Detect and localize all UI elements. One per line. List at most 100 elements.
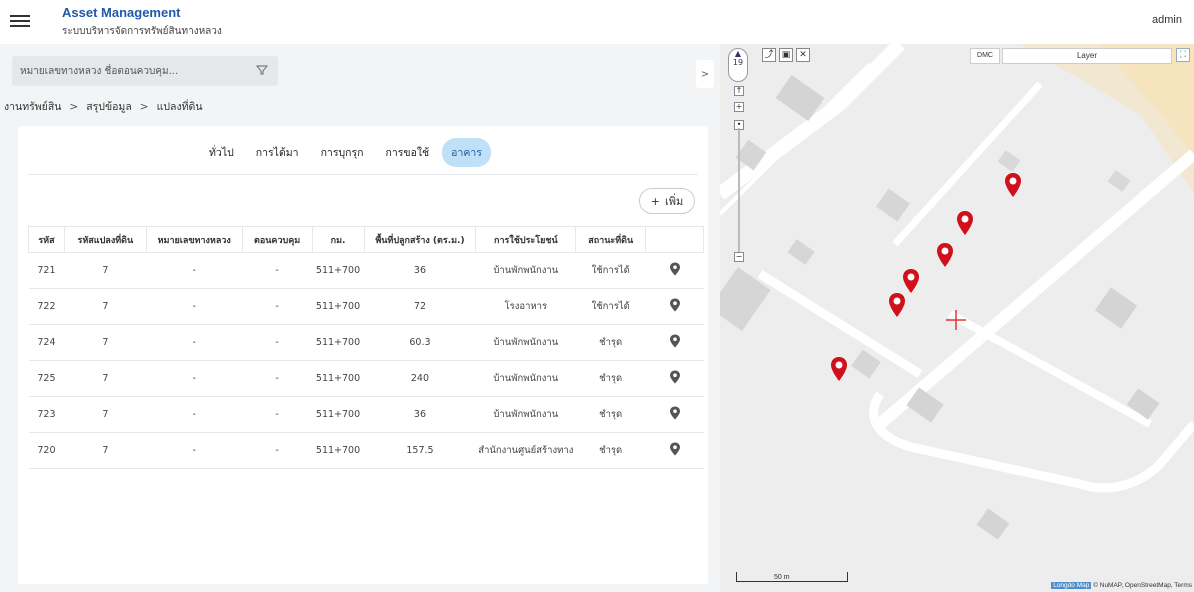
- cell-highway: -: [146, 360, 243, 397]
- cell-usage: บ้านพักพนักงาน: [475, 360, 576, 397]
- cell-km: 511+700: [312, 252, 365, 289]
- breadcrumb-item-assets[interactable]: งานทรัพย์สิน: [4, 98, 61, 115]
- map-pin-icon[interactable]: [669, 442, 681, 456]
- cell-area: 240: [364, 360, 476, 397]
- cell-actions: [645, 288, 704, 325]
- zoom-in-icon[interactable]: +: [734, 102, 744, 112]
- add-button[interactable]: + เพิ่ม: [639, 188, 695, 214]
- table-row[interactable]: 723 7 - - 511+700 36 บ้านพักพนักงาน ชำรุ…: [28, 396, 704, 433]
- cell-km: 511+700: [312, 432, 365, 469]
- scale-label: 50 m: [774, 574, 790, 581]
- tab-acquisition[interactable]: การได้มา: [247, 138, 308, 167]
- tab-bar: ทั่วไป การได้มา การบุกรุก การขอใช้ อาคาร: [200, 138, 491, 167]
- app-subtitle: ระบบบริหารจัดการทรัพย์สินทางหลวง: [62, 26, 222, 37]
- cell-highway: -: [146, 288, 243, 325]
- add-button-label: เพิ่ม: [664, 195, 684, 208]
- cell-control: -: [242, 288, 313, 325]
- map-marker-icon[interactable]: [936, 242, 954, 268]
- locate-icon[interactable]: ↑: [734, 86, 744, 96]
- zoom-out-icon[interactable]: −: [734, 252, 744, 262]
- cell-area: 157.5: [364, 432, 476, 469]
- breadcrumb-item-land-parcel: แปลงที่ดิน: [156, 101, 203, 113]
- top-bar: Asset Management ระบบบริหารจัดการทรัพย์ส…: [0, 0, 1194, 44]
- app-title: Asset Management: [62, 5, 181, 20]
- cell-status: ชำรุด: [575, 324, 646, 361]
- map-base-layer: [720, 44, 1194, 540]
- cell-status: ชำรุด: [575, 360, 646, 397]
- cell-status: ใช้การได้: [575, 252, 646, 289]
- table-row[interactable]: 721 7 - - 511+700 36 บ้านพักพนักงาน ใช้ก…: [28, 252, 704, 289]
- map-pin-icon[interactable]: [669, 334, 681, 348]
- cell-parcel: 7: [64, 396, 147, 433]
- attribution-brand[interactable]: Longdo Map: [1051, 582, 1092, 589]
- divider: [28, 174, 698, 175]
- map-pin-icon[interactable]: [669, 406, 681, 420]
- chevron-up-icon[interactable]: ▲: [729, 49, 747, 58]
- cell-actions: [645, 252, 704, 289]
- attribution-text[interactable]: © NuMAP, OpenStreetMap, Terms: [1093, 582, 1192, 589]
- chevron-right-icon[interactable]: >: [696, 60, 714, 88]
- cell-status: ใช้การได้: [575, 288, 646, 325]
- area-tool-icon[interactable]: ▣: [779, 48, 793, 62]
- cell-control: -: [242, 432, 313, 469]
- buildings-table: รหัส รหัสแปลงที่ดิน หมายเลขทางหลวง ตอนคว…: [28, 226, 704, 469]
- map-pin-icon[interactable]: [669, 262, 681, 276]
- tab-encroachment[interactable]: การบุกรุก: [312, 138, 373, 167]
- cell-usage: บ้านพักพนักงาน: [475, 324, 576, 361]
- cell-id: 722: [28, 288, 65, 325]
- cell-actions: [645, 324, 704, 361]
- cell-id: 720: [28, 432, 65, 469]
- cell-parcel: 7: [64, 324, 147, 361]
- map-marker-icon[interactable]: [1004, 172, 1022, 198]
- tab-request[interactable]: การขอใช้: [377, 138, 439, 167]
- cell-usage: บ้านพักพนักงาน: [475, 396, 576, 433]
- map-pin-icon[interactable]: [669, 298, 681, 312]
- breadcrumb-item-summary[interactable]: สรุปข้อมูล: [86, 98, 132, 115]
- clear-tool-icon[interactable]: ✕: [796, 48, 810, 62]
- breadcrumb: งานทรัพย์สิน > สรุปข้อมูล > แปลงที่ดิน: [4, 98, 203, 115]
- line-tool-icon[interactable]: ⤴: [762, 48, 776, 62]
- col-header-control-section: ตอนควบคุม: [241, 226, 313, 253]
- map-pin-icon[interactable]: [669, 370, 681, 384]
- content-card: ทั่วไป การได้มา การบุกรุก การขอใช้ อาคาร…: [18, 126, 708, 584]
- table-row[interactable]: 724 7 - - 511+700 60.3 บ้านพักพนักงาน ชำ…: [28, 324, 704, 361]
- dmc-button[interactable]: DMC: [970, 48, 1000, 64]
- table-row[interactable]: 725 7 - - 511+700 240 บ้านพักพนักงาน ชำร…: [28, 360, 704, 397]
- search-input[interactable]: [12, 56, 252, 86]
- menu-icon[interactable]: [10, 12, 30, 30]
- table-row[interactable]: 722 7 - - 511+700 72 โรงอาหาร ใช้การได้: [28, 288, 704, 325]
- plus-icon: +: [650, 194, 660, 208]
- table-row[interactable]: 720 7 - - 511+700 157.5 สำนักงานศูนย์สร้…: [28, 432, 704, 469]
- cell-parcel: 7: [64, 360, 147, 397]
- zoom-slider-track[interactable]: [738, 128, 740, 256]
- map-marker-icon[interactable]: [902, 268, 920, 294]
- map-marker-icon[interactable]: [956, 210, 974, 236]
- fullscreen-icon[interactable]: ⛶: [1176, 48, 1190, 62]
- cell-actions: [645, 396, 704, 433]
- tab-general[interactable]: ทั่วไป: [200, 138, 243, 167]
- cell-highway: -: [146, 324, 243, 361]
- breadcrumb-separator: >: [139, 100, 149, 113]
- map-attribution: Longdo Map © NuMAP, OpenStreetMap, Terms: [1051, 582, 1192, 589]
- layer-select[interactable]: Layer: [1002, 48, 1172, 64]
- cell-control: -: [242, 324, 313, 361]
- map-view[interactable]: ▲ 19 ⤴ ▣ ✕ ↑ + • − DMC Layer ⛶ 50 m Long…: [720, 44, 1194, 592]
- tab-building[interactable]: อาคาร: [442, 138, 491, 167]
- cell-km: 511+700: [312, 324, 365, 361]
- cell-control: -: [242, 360, 313, 397]
- cell-usage: บ้านพักพนักงาน: [475, 252, 576, 289]
- cell-control: -: [242, 252, 313, 289]
- user-menu[interactable]: admin: [1152, 14, 1182, 26]
- breadcrumb-separator: >: [69, 100, 79, 113]
- cell-highway: -: [146, 252, 243, 289]
- zoom-control[interactable]: ▲ 19: [728, 48, 748, 82]
- map-marker-icon[interactable]: [888, 292, 906, 318]
- scale-bar: [736, 572, 848, 582]
- col-header-id: รหัส: [28, 226, 65, 253]
- filter-icon[interactable]: [256, 64, 268, 76]
- map-marker-icon[interactable]: [830, 356, 848, 382]
- cell-parcel: 7: [64, 288, 147, 325]
- cell-id: 721: [28, 252, 65, 289]
- table-header-row: รหัส รหัสแปลงที่ดิน หมายเลขทางหลวง ตอนคว…: [28, 226, 704, 253]
- col-header-actions: [645, 226, 704, 253]
